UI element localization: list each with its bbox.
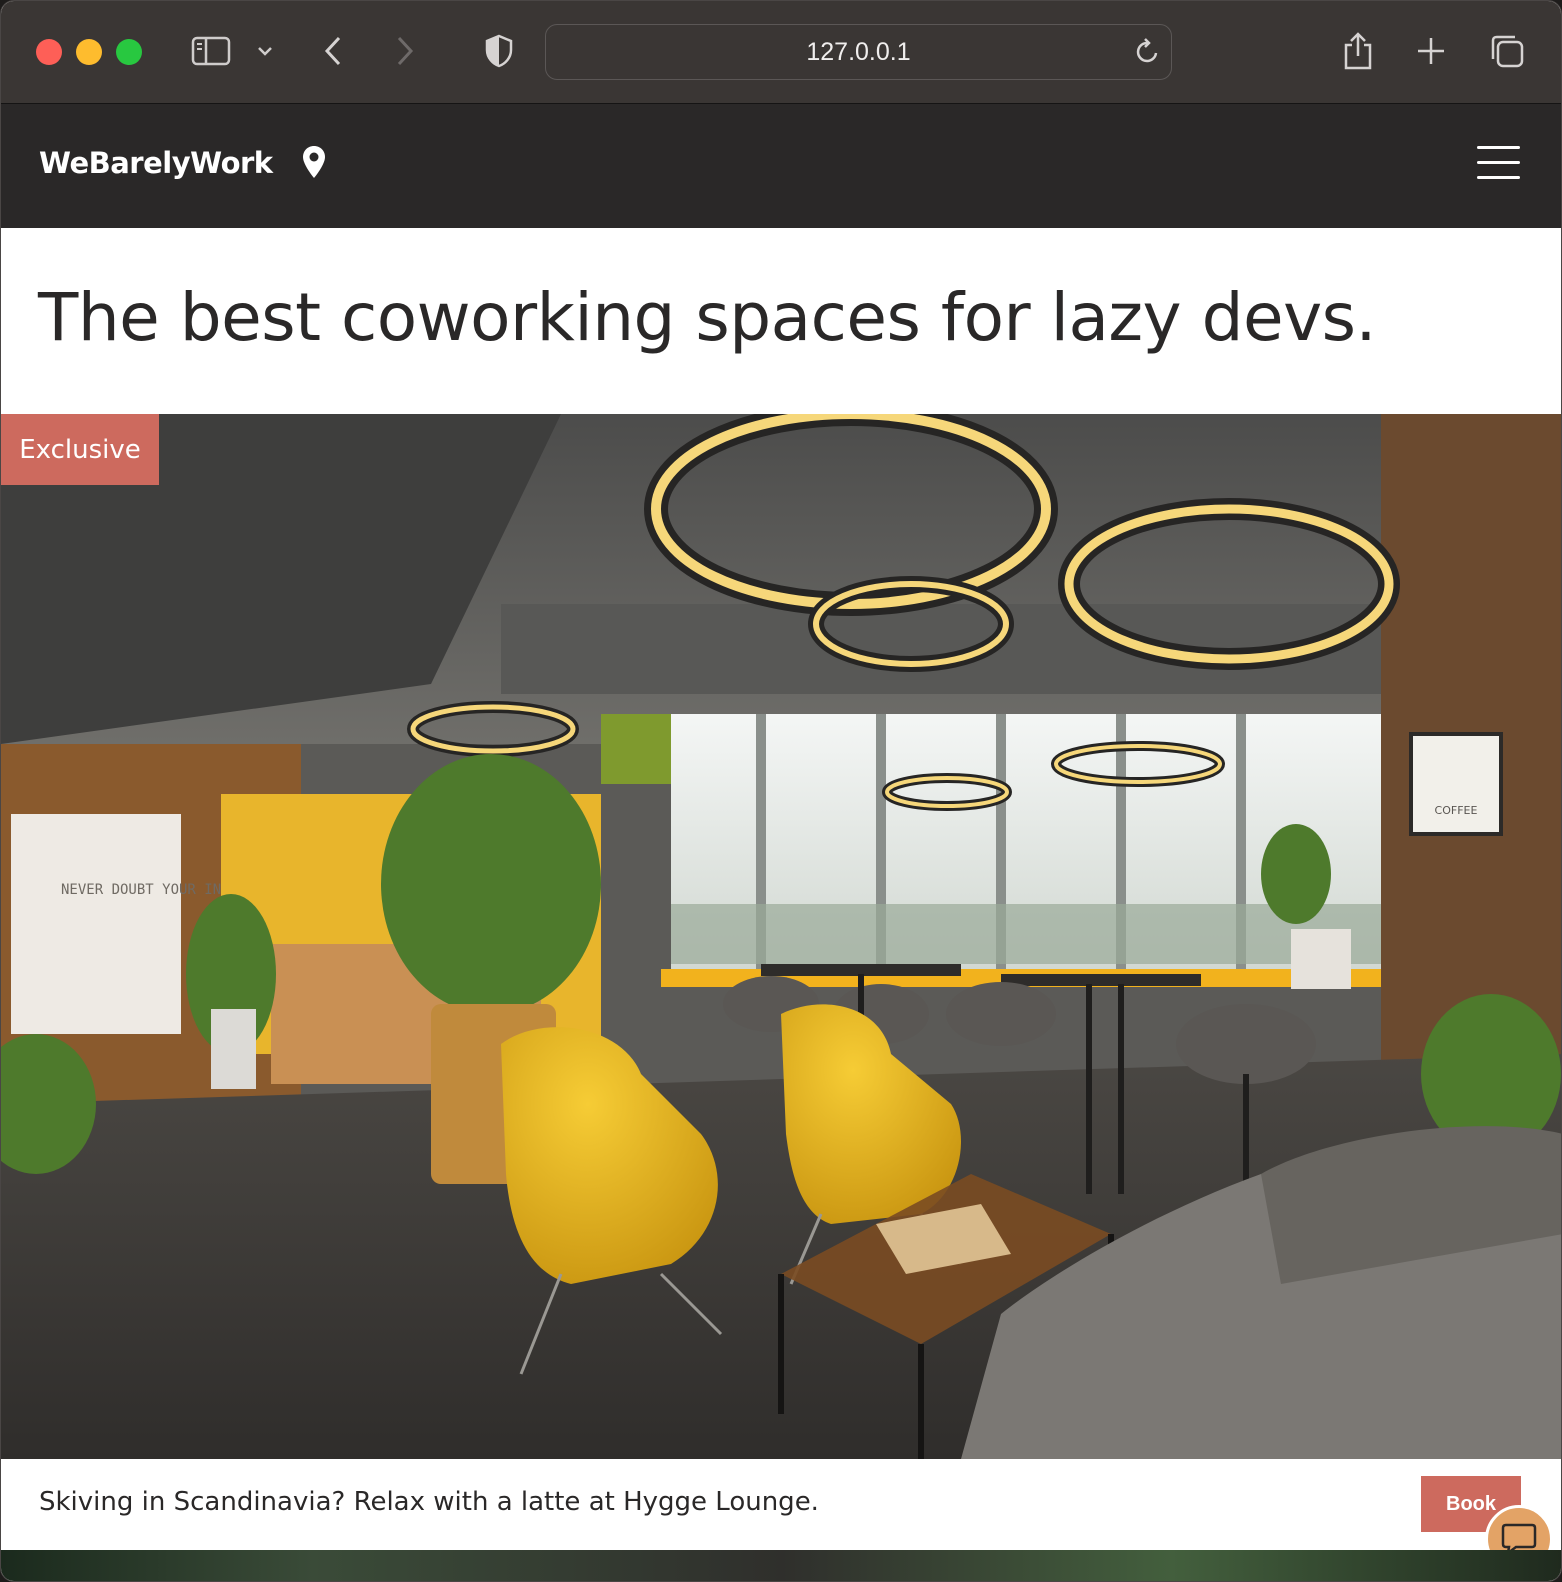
- minimize-window-button[interactable]: [76, 39, 102, 65]
- photo-sign-text: COFFEE: [1435, 804, 1478, 817]
- browser-toolbar: 127.0.0.1: [1, 1, 1561, 104]
- brand-logo-link[interactable]: WeBarelyWork: [39, 146, 273, 180]
- zoom-window-button[interactable]: [116, 39, 142, 65]
- forward-arrow-icon[interactable]: [385, 31, 425, 71]
- privacy-shield-icon[interactable]: [479, 31, 519, 71]
- new-tab-plus-icon[interactable]: [1411, 31, 1451, 71]
- location-pin-icon[interactable]: [302, 145, 326, 184]
- share-icon[interactable]: [1338, 31, 1378, 71]
- page-headline: The best coworking spaces for lazy devs.: [38, 279, 1377, 356]
- close-window-button[interactable]: [36, 39, 62, 65]
- listing-caption: Skiving in Scandinavia? Relax with a lat…: [39, 1487, 819, 1517]
- chevron-down-icon[interactable]: [245, 31, 285, 71]
- url-text: 127.0.0.1: [806, 37, 911, 66]
- address-bar[interactable]: 127.0.0.1: [545, 24, 1172, 80]
- reload-icon[interactable]: [1128, 31, 1168, 71]
- tab-overview-icon[interactable]: [1487, 31, 1527, 71]
- hamburger-menu-icon[interactable]: [1477, 144, 1521, 180]
- back-arrow-icon[interactable]: [313, 31, 353, 71]
- exclusive-badge: Exclusive: [1, 414, 159, 485]
- sidebar-toggle-icon[interactable]: [191, 31, 231, 71]
- browser-window: 127.0.0.1 WeBarelyWork The best coworkin…: [0, 0, 1562, 1582]
- listing-photo[interactable]: COFFEE NEVER DOUBT YOUR INSTINCT.: [1, 414, 1561, 1459]
- next-listing-photo[interactable]: [1, 1550, 1561, 1581]
